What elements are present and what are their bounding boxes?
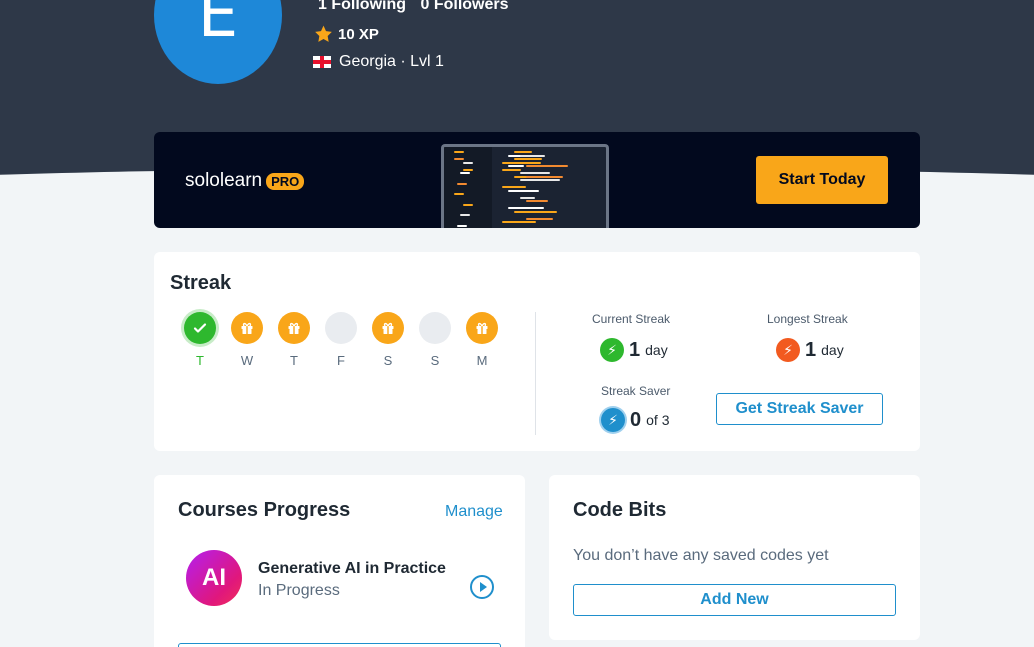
shield-bolt-icon: ⚡ <box>601 408 625 432</box>
streak-saver-unit: of 3 <box>646 412 670 428</box>
gift-icon <box>372 312 404 344</box>
day-label: T <box>290 353 298 368</box>
current-streak-number: 1 <box>629 338 641 361</box>
bolt-icon: ⚡ <box>600 338 624 362</box>
longest-streak-value: ⚡ 1 day <box>776 338 844 362</box>
current-streak-value: ⚡ 1 day <box>600 338 668 362</box>
longest-streak-number: 1 <box>805 338 817 361</box>
country-row: Georgia · Lvl 1 <box>313 53 444 71</box>
streak-day: F <box>325 312 357 368</box>
manage-link[interactable]: Manage <box>445 503 503 521</box>
code-line-decoration <box>526 200 548 202</box>
streak-day: S <box>419 312 451 368</box>
code-line-decoration <box>460 172 470 174</box>
day-label: M <box>476 353 488 368</box>
current-streak-unit: day <box>645 342 668 358</box>
code-line-decoration <box>463 161 473 164</box>
followers-count[interactable]: 0 <box>420 0 429 13</box>
courses-action-button[interactable] <box>178 643 501 647</box>
day-label: F <box>337 353 345 368</box>
code-line-decoration <box>520 179 560 181</box>
code-line-decoration <box>457 224 467 227</box>
streak-card: Streak T W T F S S M Current Streak ⚡ 1 day Lo… <box>154 252 920 451</box>
code-line-decoration <box>514 210 557 213</box>
code-line-decoration <box>520 172 550 174</box>
code-line-decoration <box>526 217 553 220</box>
xp-value: 10 XP <box>338 25 379 43</box>
current-streak-label: Current Streak <box>592 312 671 326</box>
gift-icon <box>231 312 263 344</box>
brand-name: sololearn <box>185 170 263 191</box>
courses-progress-card: Courses Progress Manage AI Generative AI… <box>154 475 525 647</box>
course-status: In Progress <box>258 582 340 599</box>
code-line-decoration <box>502 161 541 164</box>
pro-brand: sololearn PRO <box>185 170 305 192</box>
longest-streak-label: Longest Streak <box>767 312 848 326</box>
pro-banner: sololearn PRO Start Today <box>154 132 920 228</box>
streak-saver-number: 0 <box>630 408 642 431</box>
streak-day: S <box>372 312 404 368</box>
star-icon <box>315 25 332 42</box>
streak-days: TWTFSSM <box>184 312 498 368</box>
follow-stats: 1 Following 0 Followers <box>318 0 519 14</box>
course-icon[interactable]: AI <box>186 550 242 606</box>
code-line-decoration <box>454 193 464 195</box>
xp-row: 10 XP <box>313 24 379 44</box>
longest-streak-unit: day <box>821 342 844 358</box>
code-line-decoration <box>460 214 470 216</box>
streak-day: T <box>278 312 310 368</box>
following-label[interactable]: Following <box>331 0 406 13</box>
code-line-decoration <box>514 158 542 160</box>
course-name[interactable]: Generative AI in Practice <box>258 560 446 578</box>
followers-label[interactable]: Followers <box>434 0 509 13</box>
code-line-decoration <box>526 165 568 167</box>
code-line-decoration <box>508 207 544 209</box>
streak-day: T <box>184 312 216 368</box>
code-line-decoration <box>454 151 464 153</box>
code-bits-empty-text: You don’t have any saved codes yet <box>573 547 829 564</box>
code-line-decoration <box>508 189 539 192</box>
start-today-button[interactable]: Start Today <box>756 156 888 204</box>
add-new-button[interactable]: Add New <box>573 584 896 616</box>
code-line-decoration <box>520 196 535 199</box>
country-level: Georgia · Lvl 1 <box>339 53 444 70</box>
streak-day: M <box>466 312 498 368</box>
following-count[interactable]: 1 <box>318 0 327 13</box>
streak-divider <box>535 312 536 435</box>
code-line-decoration <box>457 182 467 185</box>
day-label: W <box>240 353 254 368</box>
day-label: S <box>430 353 440 368</box>
courses-title: Courses Progress <box>178 499 351 521</box>
code-bits-card: Code Bits You don’t have any saved codes… <box>549 475 920 640</box>
gift-icon <box>466 312 498 344</box>
code-line-decoration <box>463 168 473 171</box>
code-line-decoration <box>502 186 526 188</box>
code-line-decoration <box>463 203 473 206</box>
laptop-code-illustration <box>441 144 609 228</box>
code-line-decoration <box>508 165 524 167</box>
play-icon[interactable] <box>470 575 494 599</box>
streak-title: Streak <box>170 272 232 294</box>
pro-badge: PRO <box>266 172 305 190</box>
code-line-decoration <box>526 175 563 178</box>
gift-icon <box>278 312 310 344</box>
streak-saver-label: Streak Saver <box>601 384 671 398</box>
code-line-decoration <box>502 168 521 171</box>
empty-day-dot <box>325 312 357 344</box>
code-line-decoration <box>502 221 536 223</box>
code-line-decoration <box>454 158 464 160</box>
get-streak-saver-button[interactable]: Get Streak Saver <box>716 393 883 425</box>
code-line-decoration <box>520 154 545 157</box>
empty-day-dot <box>419 312 451 344</box>
streak-day: W <box>231 312 263 368</box>
streak-saver-value: ⚡ 0 of 3 <box>601 408 669 432</box>
code-line-decoration <box>514 151 532 153</box>
day-label: T <box>196 353 204 368</box>
georgia-flag-icon <box>313 56 331 68</box>
code-bits-title: Code Bits <box>573 499 667 521</box>
check-icon <box>184 312 216 344</box>
day-label: S <box>383 353 393 368</box>
bolt-icon: ⚡ <box>776 338 800 362</box>
